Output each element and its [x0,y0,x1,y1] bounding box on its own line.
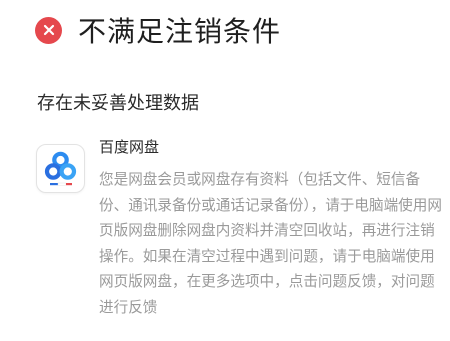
baidu-netdisk-icon [36,144,85,193]
page-title: 不满足注销条件 [78,15,282,48]
app-name: 百度网盘 [99,138,160,156]
header: 不满足注销条件 [35,10,281,50]
close-icon [35,16,62,44]
section-title: 存在未妥善处理数据 [37,93,199,114]
app-description: 您是网盘会员或网盘存有资料（包括文件、短信备份、通讯录备份或通话记录备份），请于… [99,171,442,316]
